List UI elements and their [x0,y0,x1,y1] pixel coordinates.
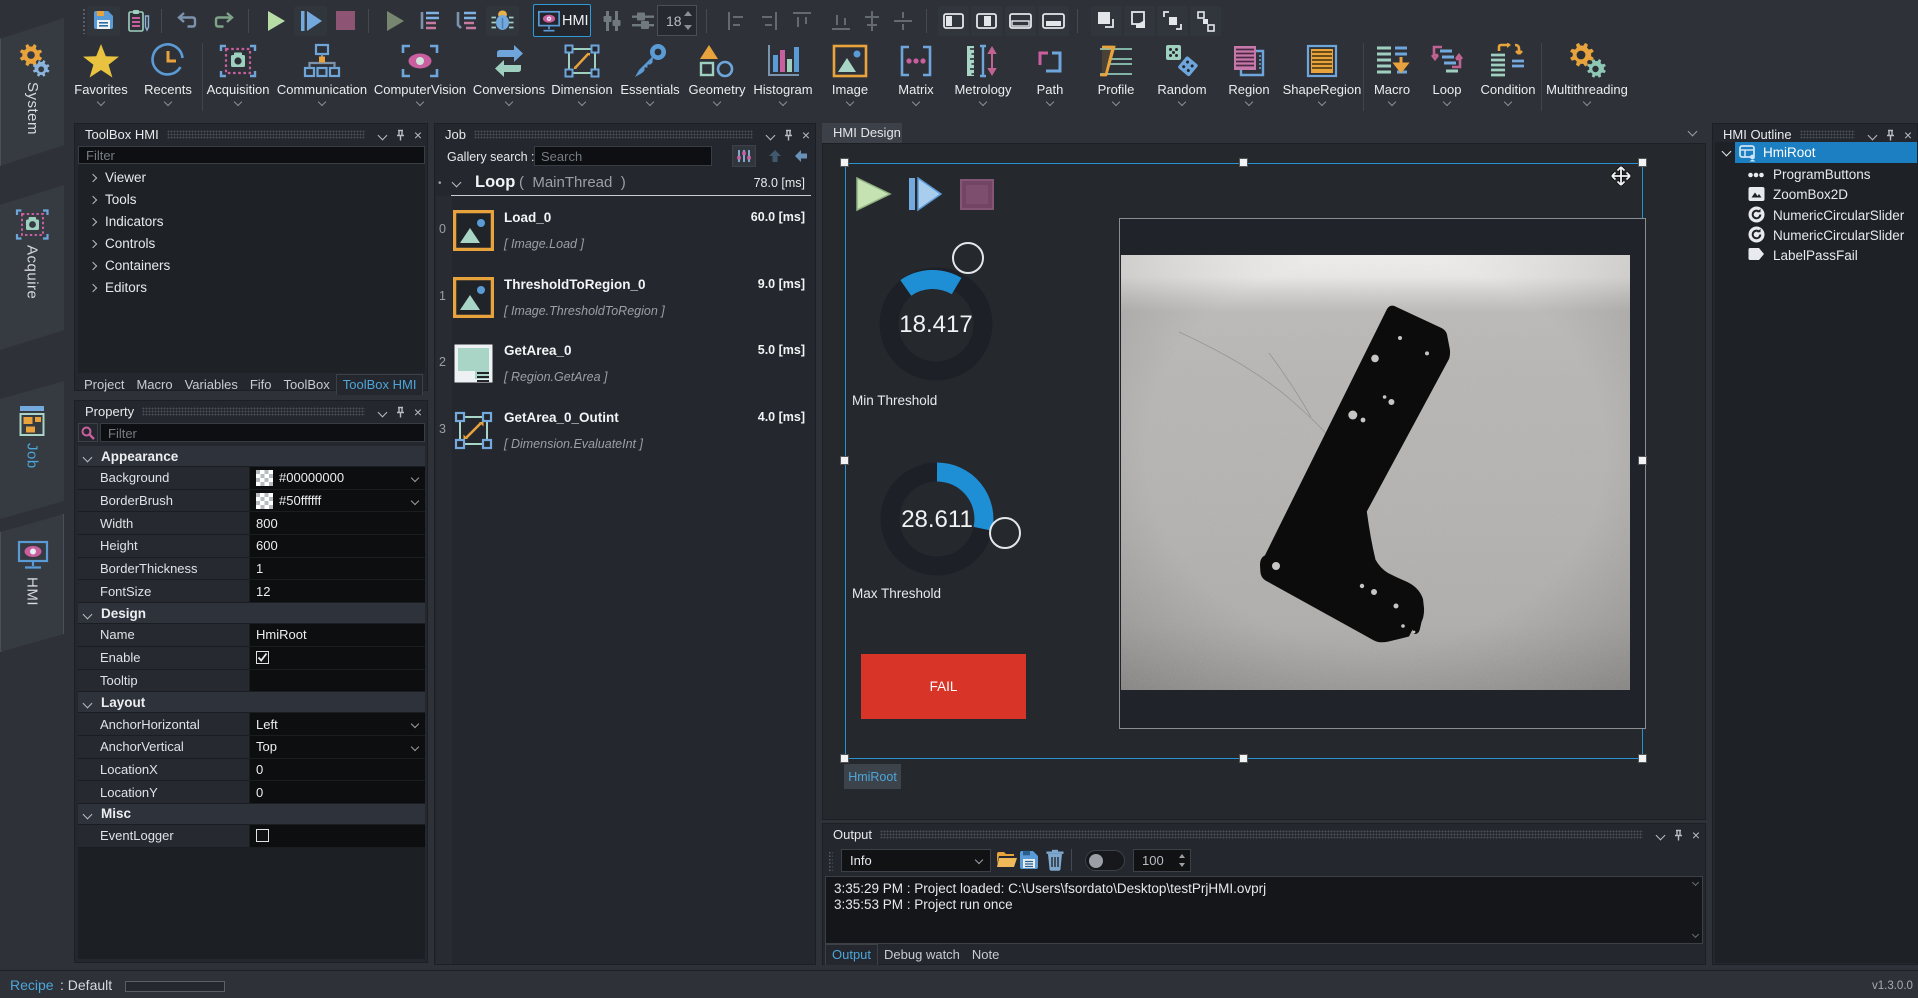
svg-text:18.417: 18.417 [899,311,972,338]
svg-text:28.611: 28.611 [901,506,973,533]
